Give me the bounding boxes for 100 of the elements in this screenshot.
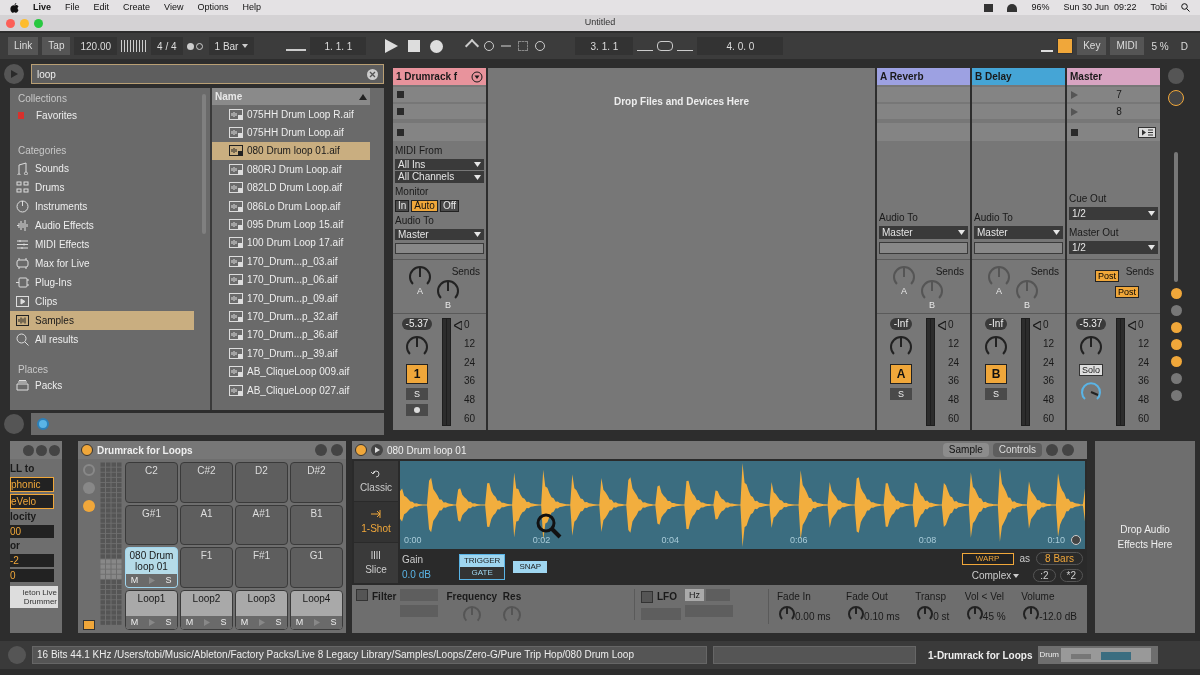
mode-button[interactable]: 1-Shot <box>354 502 398 542</box>
clip-thumbnail[interactable]: Drum <box>1038 646 1159 664</box>
post-toggle[interactable]: Post <box>1115 286 1139 298</box>
clip-slot[interactable] <box>877 104 970 119</box>
warp-mode-dropdown[interactable]: Complex <box>971 568 1020 583</box>
mute-button[interactable]: M <box>291 616 308 629</box>
drum-pad[interactable]: F1 <box>180 547 233 588</box>
capture-icon[interactable] <box>518 41 529 51</box>
parameter-value[interactable]: 0 st <box>933 609 950 624</box>
search-field[interactable]: loop <box>31 64 384 84</box>
drum-pad[interactable]: Loop3 M S <box>235 589 288 630</box>
effects-drop-area[interactable]: Drop Audio Effects Here <box>1095 441 1195 633</box>
mode-button[interactable]: Classic <box>354 461 398 501</box>
category-item[interactable]: Max for Live <box>10 254 194 273</box>
sample-row[interactable]: 080 Drum loop 01.aif <box>212 141 370 161</box>
pad-overview-drawing[interactable] <box>100 462 122 626</box>
category-item[interactable]: MIDI Effects <box>10 235 194 254</box>
clip-slot[interactable]: 8 <box>1067 104 1160 119</box>
menu-item[interactable]: Options <box>197 0 229 15</box>
dropdown[interactable]: 1/2 <box>1069 207 1158 220</box>
place-item[interactable]: Packs <box>10 378 210 393</box>
volume-readout[interactable]: -5.37 <box>1075 318 1107 330</box>
scrollbar[interactable] <box>1174 152 1178 282</box>
output-channel-field[interactable] <box>395 243 484 254</box>
drum-pad[interactable]: A1 <box>180 504 233 545</box>
solo-button[interactable]: S <box>270 616 287 629</box>
drum-pad[interactable]: D#2 <box>290 462 343 503</box>
scene-view-icon[interactable] <box>1138 126 1156 138</box>
clip-slot[interactable]: 7 <box>1067 87 1160 102</box>
device-on-icon[interactable] <box>355 444 367 456</box>
mute-button[interactable]: M <box>126 616 143 629</box>
parameter-value[interactable]: 0.10 ms <box>864 609 900 624</box>
clip-slot[interactable] <box>393 87 486 102</box>
track-header[interactable]: A Reverb <box>877 68 970 85</box>
solo-button[interactable]: S <box>890 388 912 400</box>
sample-row[interactable]: 095 Drum Loop 15.aif <box>212 215 370 234</box>
solo-button[interactable]: S <box>215 616 232 629</box>
track-header[interactable]: B Delay <box>972 68 1065 85</box>
solo-button[interactable]: S <box>160 573 177 587</box>
drum-pad[interactable]: C#2 <box>180 462 233 503</box>
sample-row[interactable]: 075HH Drum Loop R.aif <box>212 105 370 124</box>
drum-pad[interactable]: D2 <box>235 462 288 503</box>
category-item[interactable]: Samples <box>10 311 194 330</box>
sample-row[interactable]: 075HH Drum Loop.aif <box>212 123 370 142</box>
sample-row[interactable]: 100 Drum Loop 17.aif <box>212 233 370 253</box>
preview-play-icon[interactable] <box>371 444 383 456</box>
track-header[interactable]: 1 Drumrack f <box>393 68 486 85</box>
info-icon[interactable] <box>37 418 49 430</box>
monitor-toggle[interactable]: Off <box>439 199 460 212</box>
midi-map-button[interactable]: MIDI <box>1110 37 1144 55</box>
clip-stop-slot[interactable] <box>1067 123 1160 141</box>
dropdown[interactable]: Master <box>395 228 484 241</box>
clip-stop-slot[interactable] <box>877 123 970 141</box>
hz-toggle[interactable]: Hz <box>685 589 704 601</box>
link-button[interactable]: Link <box>8 37 39 55</box>
collection-item[interactable]: Favorites <box>10 107 210 124</box>
volume-fader-icon[interactable] <box>1128 320 1136 330</box>
solo-button[interactable]: S <box>985 388 1007 400</box>
number-field[interactable]: -2 <box>10 554 54 567</box>
volume-fader-icon[interactable] <box>454 320 462 330</box>
category-item[interactable]: All results <box>10 330 194 349</box>
close-icon[interactable] <box>6 18 15 28</box>
key-map-button[interactable]: Key <box>1077 37 1107 55</box>
clip-stop-slot[interactable] <box>972 123 1065 141</box>
volume-readout[interactable]: -5.37 <box>401 318 433 330</box>
snap-toggle[interactable]: SNAP <box>513 561 548 573</box>
clip-stop-slot[interactable] <box>393 123 486 141</box>
battery-level[interactable]: 96% <box>1031 0 1050 15</box>
drum-pad[interactable]: 080 Drum loop 01 M S <box>125 547 178 588</box>
fold-icon[interactable] <box>471 70 483 83</box>
choice-field[interactable]: phonic <box>10 477 54 492</box>
drum-pad[interactable]: A#1 <box>235 504 288 545</box>
volume-fader-icon[interactable] <box>938 320 946 330</box>
menu-item[interactable]: Create <box>123 0 151 15</box>
sample-row[interactable]: 170_Drum...p_09.aif <box>212 288 370 308</box>
sample-row[interactable]: 082LD Drum Loop.aif <box>212 178 370 197</box>
record-arm-icon[interactable] <box>406 404 428 416</box>
trigger-mode-toggle[interactable]: GATE <box>459 567 505 579</box>
drum-pad[interactable]: Loop2 M S <box>180 589 233 630</box>
parameter-value[interactable]: 0.00 ms <box>795 609 831 624</box>
device-on-icon[interactable] <box>81 444 93 456</box>
track-activator[interactable]: 1 <box>406 364 428 384</box>
view-tab[interactable]: Controls <box>992 443 1042 457</box>
dropdown[interactable]: All Ins <box>395 159 484 171</box>
sample-row[interactable]: AB_CliqueLoop 027.aif <box>212 380 370 400</box>
dropdown[interactable]: Master <box>974 226 1063 239</box>
menu-item[interactable]: Live <box>33 0 51 15</box>
play-icon[interactable] <box>384 39 399 53</box>
clip-slot[interactable] <box>393 104 486 119</box>
stop-all-icon[interactable] <box>1071 128 1078 136</box>
mute-button[interactable]: M <box>126 573 143 587</box>
sample-row[interactable]: AB_CliqueLoop 009.aif <box>212 362 370 381</box>
track-activator[interactable]: B <box>985 364 1007 384</box>
track-header[interactable]: Master <box>1067 68 1160 85</box>
post-toggle[interactable]: Post <box>1095 270 1119 282</box>
number-field[interactable]: 00 <box>10 525 54 538</box>
solo-button[interactable]: S <box>325 616 342 629</box>
sample-row[interactable]: 170_Drum...p_39.aif <box>212 344 370 363</box>
parameter-value[interactable]: -12.0 dB <box>1039 609 1077 624</box>
stop-icon[interactable] <box>408 40 421 52</box>
